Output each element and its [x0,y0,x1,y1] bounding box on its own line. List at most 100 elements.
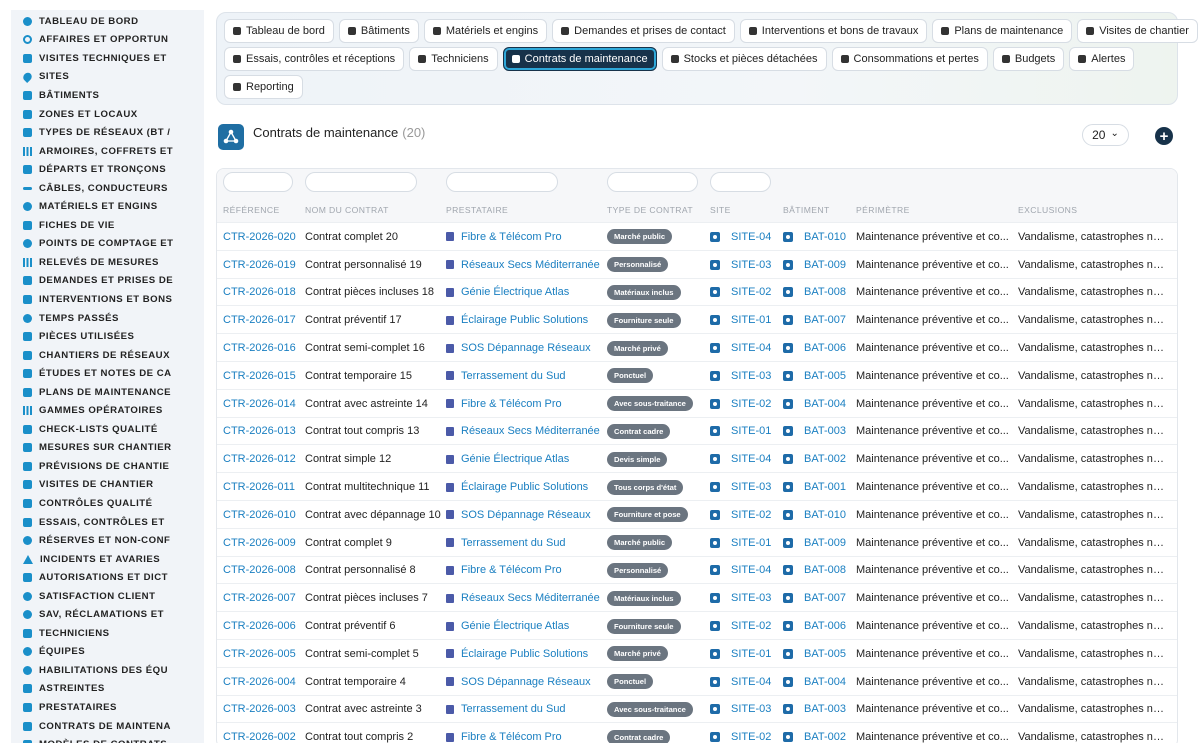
building-link[interactable]: BAT-002 [804,731,846,743]
filter-reference-input[interactable] [223,172,293,192]
provider-link[interactable]: Terrassement du Sud [461,537,566,549]
sidebar-item[interactable]: VISITES DE CHANTIER [11,476,204,495]
site-link[interactable]: SITE-02 [731,620,771,632]
nav-tab[interactable]: Alertes [1069,47,1135,71]
contract-reference-link[interactable]: CTR-2026-017 [223,314,296,326]
sidebar-item[interactable]: TEMPS PASSÉS [11,309,204,328]
table-row[interactable]: CTR-2026-017 Contrat préventif 17 Éclairag… [217,306,1177,335]
site-link[interactable]: SITE-04 [731,676,771,688]
table-row[interactable]: CTR-2026-008 Contrat personnalisé 8 Fibre … [217,557,1177,585]
nav-tab[interactable]: Plans de maintenance [932,19,1073,43]
column-header[interactable]: SITE [710,205,731,215]
provider-link[interactable]: SOS Dépannage Réseaux [461,509,591,521]
table-row[interactable]: CTR-2026-003 Contrat avec astreinte 3 Terr… [217,696,1177,724]
building-link[interactable]: BAT-008 [804,564,846,576]
sidebar-item[interactable]: ÉTUDES ET NOTES DE CA [11,364,204,383]
table-row[interactable]: CTR-2026-015 Contrat temporaire 15 Terrass… [217,362,1177,390]
sidebar-item[interactable]: FICHES DE VIE [11,216,204,235]
contract-reference-link[interactable]: CTR-2026-002 [223,731,296,743]
sidebar-item[interactable]: TECHNICIENS [11,624,204,643]
sidebar-item[interactable]: RELEVÉS DE MESURES [11,253,204,272]
building-link[interactable]: BAT-005 [804,370,846,382]
contract-reference-link[interactable]: CTR-2026-009 [223,537,296,549]
nav-tab[interactable]: Essais, contrôles et réceptions [224,47,405,71]
table-row[interactable]: CTR-2026-005 Contrat semi-complet 5 Éclair… [217,640,1177,668]
sidebar-item[interactable]: CHECK-LISTS QUALITÉ [11,420,204,439]
contract-reference-link[interactable]: CTR-2026-007 [223,592,296,604]
building-link[interactable]: BAT-006 [804,620,846,632]
site-link[interactable]: SITE-03 [731,259,771,271]
building-link[interactable]: BAT-007 [804,592,846,604]
table-row[interactable]: CTR-2026-009 Contrat complet 9 Terrassemen… [217,529,1177,557]
site-link[interactable]: SITE-02 [731,398,771,410]
table-row[interactable]: CTR-2026-010 Contrat avec dépannage 10 SOS… [217,501,1177,529]
nav-tab[interactable]: Interventions et bons de travaux [739,19,928,43]
sidebar-item[interactable]: RÉSERVES ET NON-CONF [11,531,204,550]
provider-link[interactable]: Terrassement du Sud [461,370,566,382]
contract-reference-link[interactable]: CTR-2026-008 [223,564,296,576]
table-row[interactable]: CTR-2026-020 Contrat complet 20 Fibre & Té… [217,223,1177,251]
sidebar-item[interactable]: MATÉRIELS ET ENGINS [11,197,204,216]
building-link[interactable]: BAT-010 [804,231,846,243]
building-link[interactable]: BAT-006 [804,342,846,354]
sidebar-item[interactable]: VISITES TECHNIQUES ET [11,49,204,68]
site-link[interactable]: SITE-03 [731,481,771,493]
building-link[interactable]: BAT-002 [804,453,846,465]
building-link[interactable]: BAT-005 [804,648,846,660]
sidebar-item[interactable]: AUTORISATIONS ET DICT [11,568,204,587]
contract-reference-link[interactable]: CTR-2026-014 [223,398,296,410]
site-link[interactable]: SITE-03 [731,703,771,715]
nav-tab[interactable]: Techniciens [409,47,498,71]
filter-name-input[interactable] [305,172,417,192]
contract-reference-link[interactable]: CTR-2026-016 [223,342,296,354]
sidebar-item[interactable]: GAMMES OPÉRATOIRES [11,401,204,420]
nav-tab[interactable]: Matériels et engins [423,19,548,43]
provider-link[interactable]: Terrassement du Sud [461,703,566,715]
contract-reference-link[interactable]: CTR-2026-018 [223,286,296,298]
site-link[interactable]: SITE-02 [731,731,771,743]
sidebar-item[interactable]: INCIDENTS ET AVARIES [11,550,204,569]
provider-link[interactable]: Éclairage Public Solutions [461,481,588,493]
building-link[interactable]: BAT-003 [804,425,846,437]
column-header[interactable]: NOM DU CONTRAT [305,205,389,215]
site-link[interactable]: SITE-04 [731,453,771,465]
building-link[interactable]: BAT-001 [804,481,846,493]
building-link[interactable]: BAT-004 [804,676,846,688]
sidebar-item[interactable]: CONTRATS DE MAINTENA [11,717,204,736]
table-row[interactable]: CTR-2026-018 Contrat pièces incluses 18 Gé… [217,279,1177,307]
provider-link[interactable]: Éclairage Public Solutions [461,648,588,660]
sidebar-item[interactable]: MODÈLES DE CONTRATS [11,735,204,743]
filter-site-input[interactable] [710,172,771,192]
contract-reference-link[interactable]: CTR-2026-019 [223,259,296,271]
table-row[interactable]: CTR-2026-013 Contrat tout compris 13 Résea… [217,418,1177,446]
contract-reference-link[interactable]: CTR-2026-006 [223,620,296,632]
provider-link[interactable]: Éclairage Public Solutions [461,314,588,326]
provider-link[interactable]: Fibre & Télécom Pro [461,731,562,743]
column-header[interactable]: PRESTATAIRE [446,205,508,215]
table-row[interactable]: CTR-2026-006 Contrat préventif 6 Génie Éle… [217,612,1177,640]
sidebar-item[interactable]: BÂTIMENTS [11,86,204,105]
column-header[interactable]: RÉFÉRENCE [223,205,280,215]
sidebar-item[interactable]: PIÈCES UTILISÉES [11,327,204,346]
sidebar-item[interactable]: DÉPARTS ET TRONÇONS [11,160,204,179]
contract-reference-link[interactable]: CTR-2026-003 [223,703,296,715]
provider-link[interactable]: Réseaux Secs Méditerranée [461,425,600,437]
site-link[interactable]: SITE-04 [731,342,771,354]
provider-link[interactable]: Fibre & Télécom Pro [461,231,562,243]
table-row[interactable]: CTR-2026-012 Contrat simple 12 Génie Élect… [217,445,1177,474]
building-link[interactable]: BAT-008 [804,286,846,298]
sidebar-item[interactable]: DEMANDES ET PRISES DE [11,272,204,291]
table-row[interactable]: CTR-2026-019 Contrat personnalisé 19 Résea… [217,251,1177,279]
filter-provider-input[interactable] [446,172,558,192]
site-link[interactable]: SITE-01 [731,425,771,437]
provider-link[interactable]: Génie Électrique Atlas [461,453,569,465]
contract-reference-link[interactable]: CTR-2026-011 [223,481,295,493]
site-link[interactable]: SITE-03 [731,592,771,604]
sidebar-item[interactable]: AFFAIRES ET OPPORTUN [11,31,204,50]
building-link[interactable]: BAT-003 [804,703,846,715]
provider-link[interactable]: Réseaux Secs Méditerranée [461,259,600,271]
site-link[interactable]: SITE-02 [731,509,771,521]
site-link[interactable]: SITE-01 [731,537,771,549]
nav-tab[interactable]: Visites de chantier [1077,19,1198,43]
nav-tab[interactable]: Tableau de bord [224,19,334,43]
